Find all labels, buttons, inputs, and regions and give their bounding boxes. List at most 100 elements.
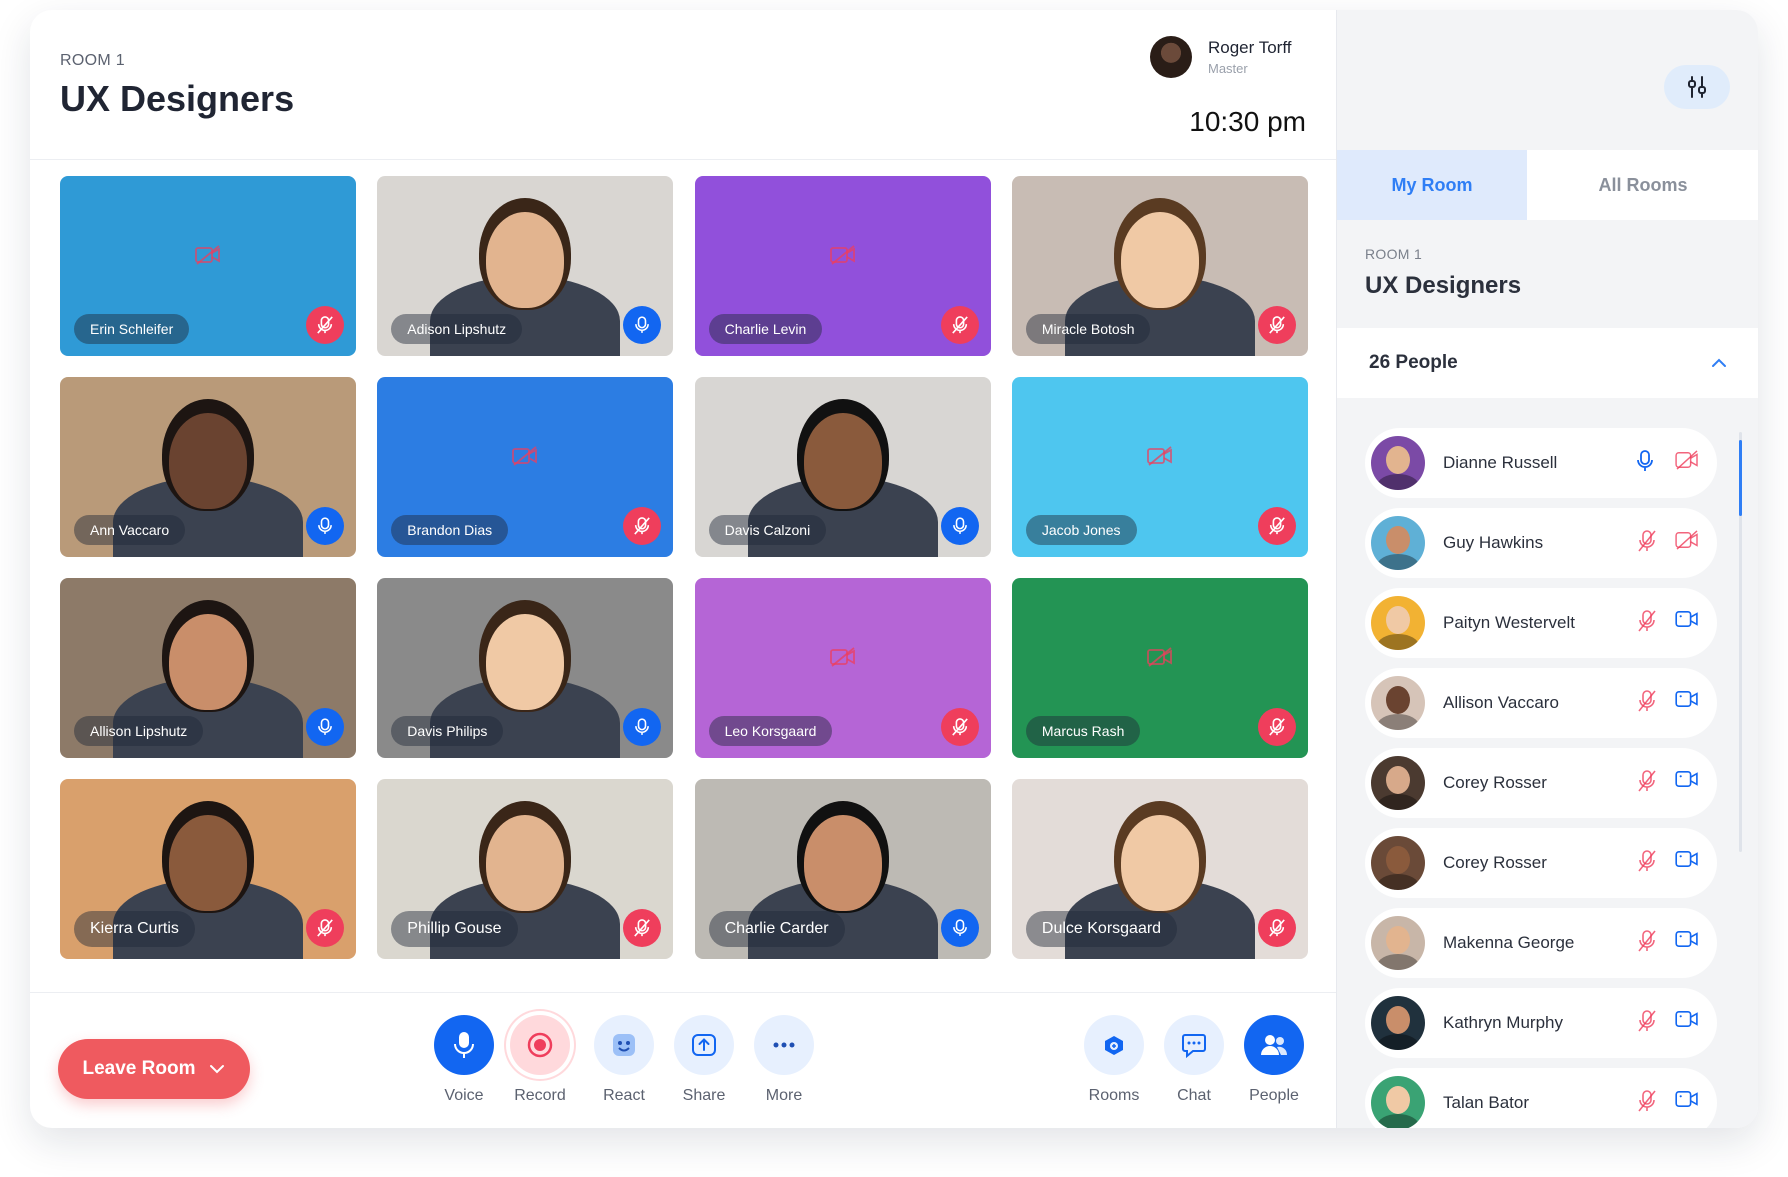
participant-name: Miracle Botosh [1025,314,1151,344]
participant-name: Adison Lipshutz [391,314,523,344]
participant-name: Paityn Westervelt [1443,613,1575,632]
share-button[interactable]: Share [664,1015,744,1105]
video-tile[interactable]: Miracle Botosh [1011,176,1308,356]
video-tile[interactable]: Ann Vaccaro [60,377,356,557]
chat-button[interactable]: Chat [1154,1015,1234,1105]
rooms-button[interactable]: Rooms [1074,1015,1154,1105]
mic-muted-icon[interactable] [1637,1090,1659,1116]
video-tile[interactable]: Charlie Levin [694,176,991,356]
participant-list-item[interactable]: Corey Rosser [1365,828,1717,898]
video-tile[interactable]: Adison Lipshutz [377,176,674,356]
more-button[interactable]: More [744,1015,824,1105]
video-tile[interactable]: Brandon Dias [377,377,674,557]
mic-muted-icon[interactable] [1637,610,1659,636]
participant-scrollbar[interactable] [1739,432,1742,852]
video-camera-icon[interactable] [1675,1010,1703,1036]
chevron-up-icon[interactable] [1711,358,1727,368]
video-tile[interactable]: Dulce Korsgaard [1011,779,1308,959]
mic-muted-icon[interactable] [1637,530,1659,556]
video-camera-icon[interactable] [1675,610,1703,636]
participant-name: Charlie Levin [708,314,823,344]
video-grid: Erin Schleifer Adison Lipshutz Charlie Lev… [60,176,1308,966]
record-label: Record [514,1087,566,1104]
video-tile[interactable]: Kierra Curtis [60,779,356,959]
video-camera-icon[interactable] [1675,850,1703,876]
mic-muted-icon[interactable] [1257,507,1296,545]
scrollbar-thumb[interactable] [1739,440,1742,516]
mic-muted-icon[interactable] [940,306,979,344]
mic-muted-icon[interactable] [306,909,344,947]
mic-icon[interactable] [306,708,344,746]
host-role: Master [1208,61,1248,76]
mic-muted-icon[interactable] [623,507,662,545]
video-camera-icon[interactable] [1675,770,1703,796]
mic-icon[interactable] [1637,450,1659,476]
avatar [1371,916,1425,970]
participant-name: Jacob Jones [1025,515,1137,545]
participant-name: Dulce Korsgaard [1025,911,1178,947]
mic-muted-icon[interactable] [940,708,979,746]
participant-name: Talan Bator [1443,1093,1529,1112]
participant-list-item[interactable]: Corey Rosser [1365,748,1717,818]
participant-name: Brandon Dias [391,515,509,545]
participant-list-item[interactable]: Talan Bator [1365,1068,1717,1128]
record-button[interactable]: Record [500,1015,580,1105]
video-tile[interactable]: Phillip Gouse [377,779,674,959]
leave-room-label: Leave Room [82,1058,196,1079]
mic-muted-icon[interactable] [1637,850,1659,876]
react-icon [594,1015,654,1075]
mic-icon[interactable] [940,909,979,947]
mic-muted-icon[interactable] [1637,1010,1659,1036]
camera-off-icon [829,647,856,667]
video-camera-icon[interactable] [1675,930,1703,956]
video-tile[interactable]: Jacob Jones [1011,377,1308,557]
leave-room-button[interactable]: Leave Room [58,1039,250,1099]
host-info[interactable]: Roger Torff Master [1150,36,1291,78]
video-tile[interactable]: Charlie Carder [694,779,991,959]
mic-muted-icon[interactable] [1637,690,1659,716]
tab-all-rooms[interactable]: All Rooms [1527,150,1758,220]
mic-muted-icon[interactable] [1257,708,1296,746]
video-tile[interactable]: Erin Schleifer [60,176,356,356]
video-tile[interactable]: Allison Lipshutz [60,578,356,758]
people-button[interactable]: People [1234,1015,1314,1105]
participant-name: Charlie Carder [708,911,845,947]
voice-label: Voice [444,1087,484,1104]
mic-icon[interactable] [306,507,344,545]
participant-name: Erin Schleifer [74,314,190,344]
video-tile[interactable]: Davis Calzoni [694,377,991,557]
mic-muted-icon[interactable] [1637,930,1659,956]
participant-list-item[interactable]: Makenna George [1365,908,1717,978]
share-label: Share [682,1087,726,1104]
video-tile[interactable]: Leo Korsgaard [694,578,991,758]
react-button[interactable]: React [584,1015,664,1105]
voice-button[interactable]: Voice [424,1015,504,1105]
mic-muted-icon[interactable] [1257,306,1296,344]
mic-icon [434,1015,494,1075]
host-avatar [1150,36,1192,78]
participant-name: Ann Vaccaro [74,515,186,545]
avatar [1371,756,1425,810]
tab-my-room[interactable]: My Room [1337,150,1527,220]
video-tile[interactable]: Marcus Rash [1011,578,1308,758]
room-tabs: My Room All Rooms [1337,150,1758,220]
mic-icon[interactable] [940,507,979,545]
settings-button[interactable] [1664,65,1730,109]
mic-muted-icon[interactable] [306,306,344,344]
video-tile[interactable]: Davis Philips [377,578,674,758]
video-off-icon[interactable] [1675,530,1703,556]
more-label: More [765,1087,803,1104]
video-camera-icon[interactable] [1675,690,1703,716]
room-header: ROOM 1 UX Designers Roger Torff Master 1… [30,10,1336,160]
video-off-icon[interactable] [1675,450,1703,476]
video-camera-icon[interactable] [1675,1090,1703,1116]
mic-muted-icon[interactable] [1257,909,1296,947]
participant-list-item[interactable]: Allison Vaccaro [1365,668,1717,738]
participant-list-item[interactable]: Paityn Westervelt [1365,588,1717,658]
people-section-header[interactable]: 26 People [1337,328,1758,398]
participant-list-item[interactable]: Kathryn Murphy [1365,988,1717,1058]
mic-muted-icon[interactable] [1637,770,1659,796]
participant-list-item[interactable]: Dianne Russell [1365,428,1717,498]
participant-list-item[interactable]: Guy Hawkins [1365,508,1717,578]
participant-name: Guy Hawkins [1443,533,1544,552]
